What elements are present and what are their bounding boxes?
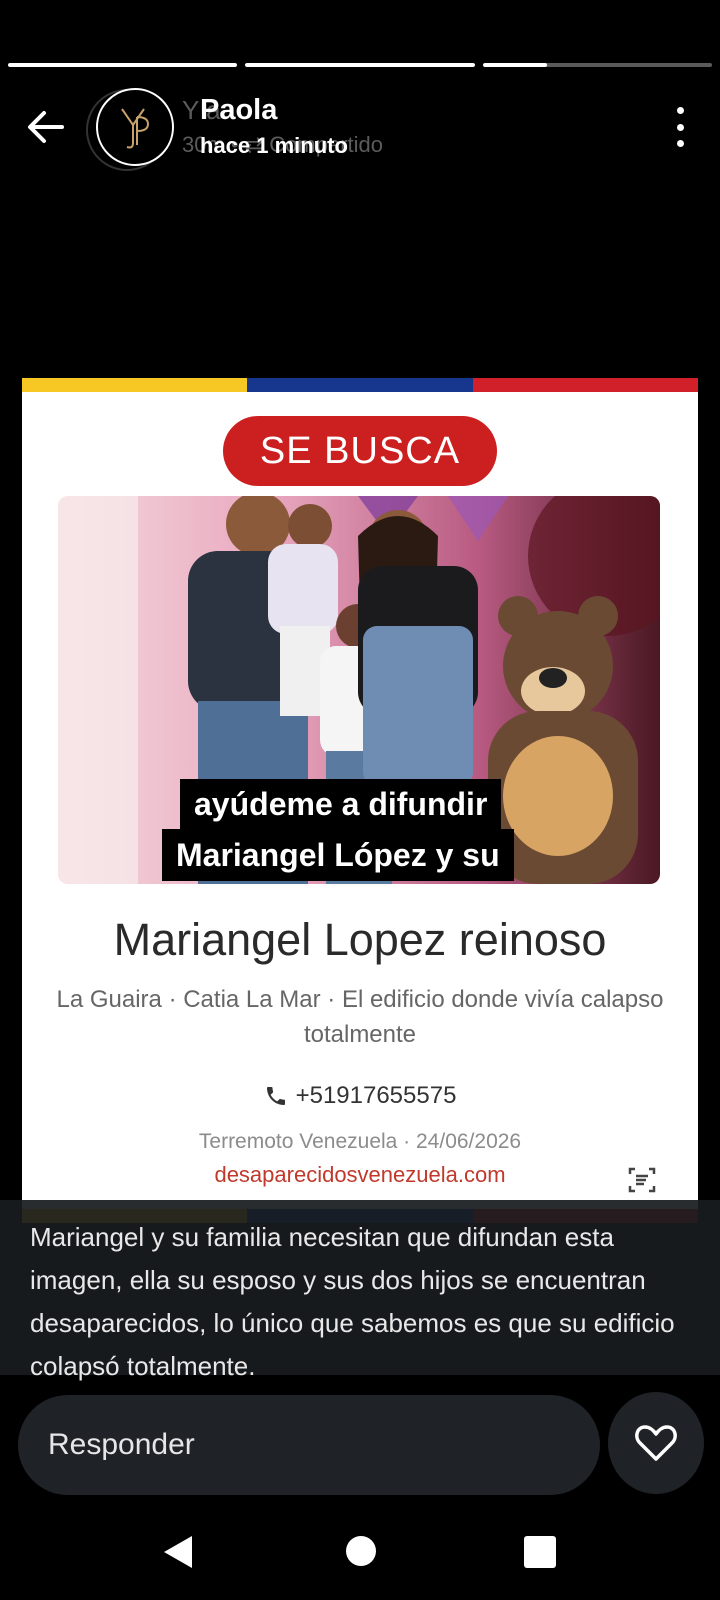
nav-back-icon[interactable]	[160, 1532, 200, 1572]
caption-text: Mariangel y su familia necesitan que dif…	[30, 1222, 675, 1381]
phone-icon	[266, 1087, 285, 1105]
reply-bar[interactable]	[18, 1395, 600, 1495]
progress-segment	[245, 63, 475, 67]
story-caption: Mariangel y su familia necesitan que dif…	[0, 1200, 720, 1381]
progress-segment	[482, 63, 712, 67]
user-name[interactable]: Paola	[200, 94, 277, 127]
scan-text-button[interactable]	[624, 1162, 660, 1198]
phone-number: +51917655575	[295, 1082, 457, 1109]
more-vertical-icon	[676, 107, 684, 114]
avatar[interactable]	[96, 88, 174, 166]
progress-segment	[8, 63, 238, 67]
monogram-logo	[121, 108, 150, 149]
location-text: La Guaira · Catia La Mar · El edificio d…	[56, 986, 664, 1048]
story-image: SE BUSCA ayúdeme a difundir Mariangel Ló…	[22, 378, 698, 1223]
website-text: desaparecidosvenezuela.com	[214, 1162, 506, 1187]
like-button[interactable]	[608, 1392, 704, 1494]
arrow-left-icon	[28, 111, 64, 143]
back-button[interactable]	[22, 105, 70, 149]
photo-caption-line1: ayúdeme a difundir	[180, 779, 502, 829]
event-text: Terremoto Venezuela · 24/06/2026	[198, 1130, 522, 1153]
photo-caption-line2: Mariangel López y su	[162, 829, 514, 881]
story-header: Y a 30m • ⇄ Compartido Paola hace 1 minu…	[0, 85, 720, 171]
venezuela-flag-stripe	[22, 378, 698, 392]
nav-home-icon[interactable]	[346, 1536, 376, 1566]
phone-row: +51917655575	[22, 1082, 698, 1110]
more-options-button[interactable]	[670, 107, 690, 147]
heart-icon	[635, 1425, 677, 1461]
family-photo: ayúdeme a difundir Mariangel López y su	[58, 496, 660, 884]
system-navigation-bar	[0, 1500, 720, 1600]
wanted-badge: SE BUSCA	[223, 416, 497, 486]
story-progress	[8, 63, 712, 68]
reply-input[interactable]	[48, 1395, 568, 1495]
story-time: hace 1 minuto	[200, 133, 348, 158]
missing-person-name: Mariangel Lopez reinoso	[113, 914, 607, 965]
scan-text-icon	[628, 1167, 656, 1193]
nav-recents-icon[interactable]	[524, 1536, 556, 1568]
